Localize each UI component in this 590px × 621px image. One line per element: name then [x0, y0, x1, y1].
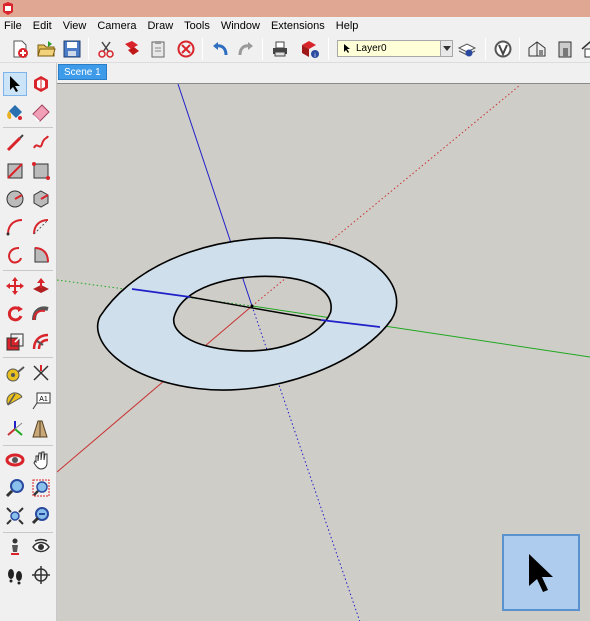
menu-edit[interactable]: Edit: [33, 20, 52, 32]
follow-me-icon[interactable]: [29, 302, 53, 326]
tape-measure-icon[interactable]: [3, 361, 27, 385]
drawing-area[interactable]: [57, 83, 590, 621]
section-plane-icon[interactable]: [29, 563, 53, 587]
svg-text:i: i: [314, 53, 315, 59]
menu-tools[interactable]: Tools: [184, 20, 210, 32]
paint-bucket-icon[interactable]: [3, 100, 27, 124]
scene-tabs: Scene 1: [57, 63, 590, 83]
three-point-arc-icon[interactable]: [3, 243, 27, 267]
look-around-icon[interactable]: [29, 535, 53, 559]
copy-icon[interactable]: [120, 37, 144, 61]
hole-edge: [189, 296, 322, 321]
redo-icon[interactable]: [234, 37, 258, 61]
eraser-icon[interactable]: [29, 100, 53, 124]
save-icon[interactable]: [60, 37, 84, 61]
menu-help[interactable]: Help: [336, 20, 359, 32]
scale-icon[interactable]: [3, 330, 27, 354]
tab-scene-1[interactable]: Scene 1: [58, 64, 107, 80]
make-component-icon[interactable]: [29, 72, 53, 96]
offset-icon[interactable]: [29, 330, 53, 354]
menu-bar: File Edit View Camera Draw Tools Window …: [0, 17, 590, 34]
layer-value: Layer0: [356, 43, 387, 54]
select-icon[interactable]: [3, 72, 27, 96]
line-icon[interactable]: [3, 131, 27, 155]
zoom-window-icon[interactable]: [29, 476, 53, 500]
undo-icon[interactable]: [208, 37, 232, 61]
protractor-icon[interactable]: [3, 389, 27, 413]
menu-view[interactable]: View: [63, 20, 87, 32]
menu-draw[interactable]: Draw: [147, 20, 173, 32]
new-icon[interactable]: [8, 37, 32, 61]
layer-manager-icon[interactable]: [455, 37, 479, 61]
position-camera-icon[interactable]: [3, 535, 27, 559]
menu-window[interactable]: Window: [221, 20, 260, 32]
arc-icon[interactable]: [3, 215, 27, 239]
ring-face[interactable]: [96, 237, 398, 391]
rotated-rectangle-icon[interactable]: [29, 159, 53, 183]
menu-file[interactable]: File: [4, 20, 22, 32]
move-icon[interactable]: [3, 274, 27, 298]
chevron-down-icon[interactable]: [440, 41, 452, 56]
front-view-icon[interactable]: [553, 37, 577, 61]
orbit-icon[interactable]: [3, 448, 27, 472]
two-point-arc-icon[interactable]: [29, 215, 53, 239]
rotate-icon[interactable]: [3, 302, 27, 326]
menu-camera[interactable]: Camera: [97, 20, 136, 32]
pan-icon[interactable]: [29, 448, 53, 472]
title-bar: [0, 0, 590, 17]
menu-extensions[interactable]: Extensions: [271, 20, 325, 32]
text-icon[interactable]: A1: [29, 389, 53, 413]
polygon-icon[interactable]: [29, 187, 53, 211]
zoom-extents-icon[interactable]: [3, 504, 27, 528]
svg-text:A1: A1: [39, 396, 48, 403]
origin-point: [250, 304, 254, 308]
sketchup-logo-icon: [3, 2, 13, 15]
tool-cursor-preview: [502, 534, 580, 611]
paste-icon[interactable]: [146, 37, 170, 61]
push-pull-icon[interactable]: [29, 274, 53, 298]
3d-text-icon[interactable]: [29, 417, 53, 441]
rectangle-icon[interactable]: [3, 159, 27, 183]
circle-icon[interactable]: [3, 187, 27, 211]
model-info-icon[interactable]: i: [298, 37, 322, 61]
cut-icon[interactable]: [94, 37, 118, 61]
walk-icon[interactable]: [3, 563, 27, 587]
top-view-icon[interactable]: [578, 37, 590, 61]
extension-warehouse-icon[interactable]: [491, 37, 515, 61]
freehand-icon[interactable]: [29, 131, 53, 155]
erase-icon[interactable]: [174, 37, 198, 61]
zoom-icon[interactable]: [3, 476, 27, 500]
sketchup-window: File Edit View Camera Draw Tools Window …: [0, 0, 590, 621]
pie-icon[interactable]: [29, 243, 53, 267]
select-cursor-icon: [529, 553, 553, 592]
large-tool-set: A1: [0, 63, 57, 621]
layer-dropdown[interactable]: Layer0: [337, 40, 453, 57]
standard-toolbar: i Layer0: [0, 34, 590, 63]
previous-view-icon[interactable]: [29, 504, 53, 528]
layer-pointer-icon: [344, 44, 350, 53]
open-icon[interactable]: [34, 37, 58, 61]
dimension-icon[interactable]: [29, 361, 53, 385]
print-icon[interactable]: [268, 37, 292, 61]
iso-view-icon[interactable]: [525, 37, 549, 61]
axes-icon[interactable]: [3, 417, 27, 441]
